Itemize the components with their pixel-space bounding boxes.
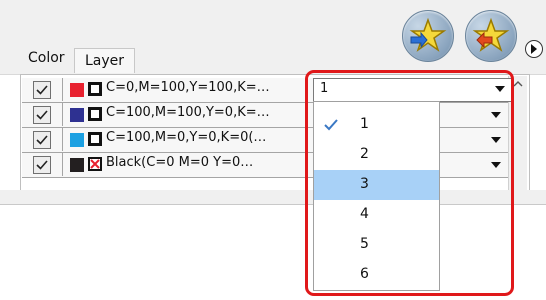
outline-swatch: [88, 107, 102, 121]
star-import-button[interactable]: [402, 10, 454, 62]
tab-color[interactable]: Color: [18, 44, 75, 72]
tab-layer[interactable]: Layer: [74, 48, 136, 73]
color-swatch: [70, 83, 84, 97]
highlight-callout: [305, 70, 514, 296]
menu-play-icon[interactable]: [525, 40, 543, 58]
layer-name: C=100,M=0,Y=0,K=0(…: [106, 130, 267, 145]
outline-swatch: [88, 132, 102, 146]
color-swatch: [70, 108, 84, 122]
layer-name: Black(C=0 M=0 Y=0…: [106, 155, 254, 170]
color-swatch: [70, 158, 84, 172]
x-swatch-icon: [88, 157, 102, 171]
visibility-checkbox[interactable]: [33, 155, 51, 174]
layer-name: C=100,M=100,Y=0,K=…: [106, 105, 270, 120]
star-arrow-out-icon: [472, 17, 510, 52]
star-export-button[interactable]: [465, 10, 517, 62]
visibility-checkbox[interactable]: [33, 80, 51, 99]
layer-name: C=0,M=100,Y=100,K=…: [106, 80, 270, 95]
visibility-checkbox[interactable]: [33, 105, 51, 124]
visibility-checkbox[interactable]: [33, 130, 51, 149]
color-swatch: [70, 133, 84, 147]
star-arrow-in-icon: [409, 17, 447, 52]
outline-swatch: [88, 82, 102, 96]
